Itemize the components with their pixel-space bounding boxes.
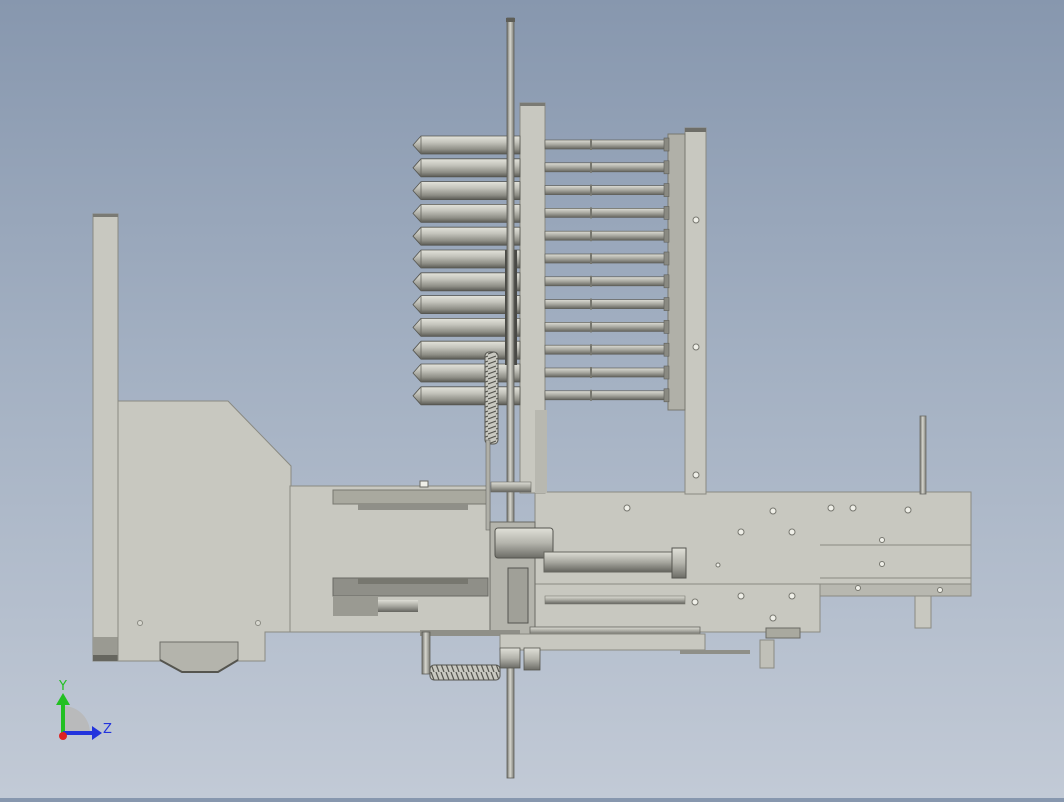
x-axis-dot [59, 732, 67, 740]
left-conical-pin-stack [412, 135, 521, 406]
right-pin-stack [544, 137, 670, 403]
conical-pin [412, 318, 521, 337]
y-axis-arrow [61, 703, 65, 733]
lower-horizontal-spring [421, 631, 501, 681]
conical-pin [412, 295, 521, 314]
horizontal-pin [544, 297, 670, 311]
vertical-spring [484, 351, 499, 445]
horizontal-pin [544, 183, 670, 197]
z-axis-label: Z [103, 722, 112, 737]
conical-pin [412, 272, 521, 292]
horizontal-pin [544, 160, 670, 175]
z-axis-arrow [63, 731, 93, 735]
conical-pin [412, 226, 521, 246]
conical-pin [412, 181, 521, 200]
cad-viewport[interactable]: Y Z [0, 0, 1064, 798]
horizontal-pin [544, 137, 670, 152]
horizontal-pin [544, 342, 670, 357]
horizontal-pin [544, 365, 670, 380]
horizontal-pin [544, 274, 670, 289]
horizontal-pin [544, 320, 670, 334]
y-axis-label: Y [58, 679, 67, 694]
conical-pin [412, 363, 521, 383]
conical-pin [412, 158, 521, 178]
conical-pin [412, 204, 521, 223]
lower-guide-rod [499, 626, 801, 671]
main-horizontal-beam [289, 480, 491, 633]
z-axis-arrowhead [92, 726, 102, 740]
axis-triad: Y Z [56, 679, 112, 740]
left-upright-post [92, 213, 119, 662]
horizontal-pin [544, 388, 670, 403]
horizontal-pin [544, 206, 670, 220]
conical-pin [412, 340, 521, 360]
horizontal-pin [544, 228, 670, 243]
right-guide-pin [919, 415, 927, 495]
horizontal-pin [544, 251, 670, 266]
cad-model-view: Y Z [56, 17, 972, 779]
right-vertical-plate [667, 127, 707, 495]
central-column [519, 102, 547, 494]
conical-pin [412, 249, 521, 269]
conical-pin [412, 386, 521, 406]
conical-pin [412, 135, 521, 155]
y-axis-arrowhead [56, 693, 70, 705]
